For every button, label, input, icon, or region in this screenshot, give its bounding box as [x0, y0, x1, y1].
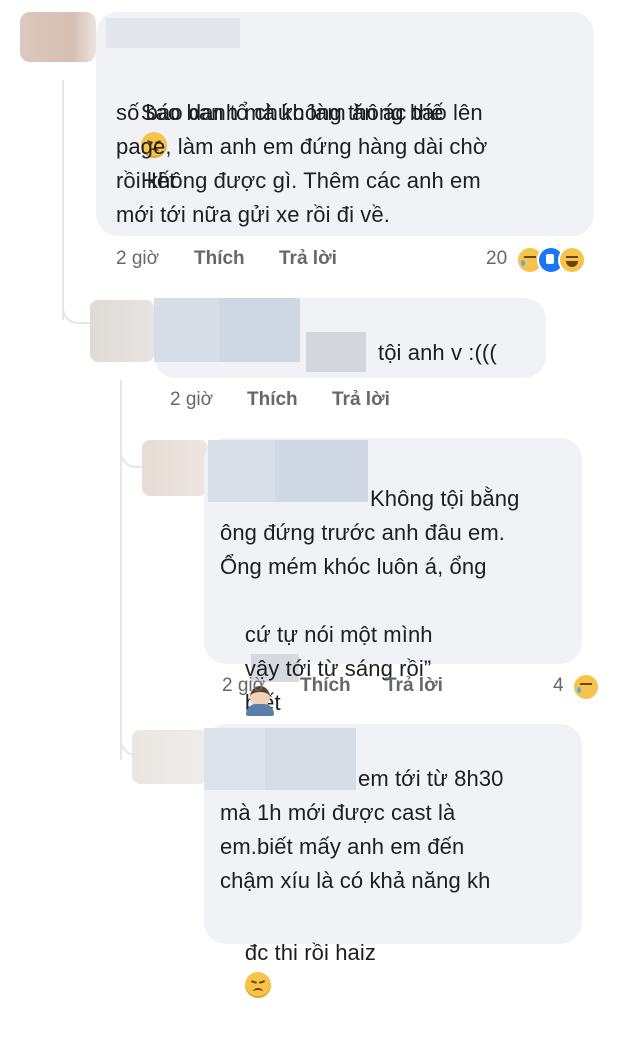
comment-text-line: Ổng mém khóc luôn á, ổng	[220, 554, 487, 579]
avatar[interactable]	[142, 440, 208, 496]
reply-button[interactable]: Trả lời	[332, 389, 390, 411]
reaction-count[interactable]: 4	[553, 675, 564, 697]
comment-bubble: Sao ban tổ chức làm ăn ác thế Hết số báo…	[96, 12, 594, 236]
like-button[interactable]: Thích	[300, 675, 351, 697]
thread-elbow-2	[120, 440, 144, 468]
comment-text-line: em tới từ 8h30	[358, 766, 504, 791]
like-button[interactable]: Thích	[247, 389, 298, 411]
timestamp[interactable]: 2 giờ	[222, 675, 265, 697]
name-redacted	[306, 332, 366, 372]
comment-text-line: tội anh v :(((	[378, 340, 497, 365]
sad-emoji-icon	[244, 972, 271, 998]
author-name-redacted[interactable]	[154, 298, 300, 362]
avatar[interactable]	[132, 730, 208, 784]
comment-text-line: đc thi rồi haiz	[244, 940, 376, 965]
reply-button[interactable]: Trả lời	[279, 248, 337, 270]
like-button[interactable]: Thích	[194, 248, 245, 270]
comment-text-line: mà 1h mới được cast là	[220, 800, 456, 825]
comment-text-line: ông đứng trước anh đâu em.	[220, 520, 505, 545]
comment-bubble: em tới từ 8h30 mà 1h mới được cast là em…	[204, 724, 582, 998]
reaction-count[interactable]: 20	[486, 248, 507, 270]
avatar[interactable]	[20, 12, 96, 62]
comment-text-line: chậm xíu là có khả năng kh	[220, 868, 491, 893]
thread-line-main	[62, 80, 64, 320]
comment-text-line: Không tội bằng	[370, 486, 520, 511]
reply-button[interactable]: Trả lời	[385, 675, 443, 697]
comment-text-line: rồi không được gì. Thêm các anh em	[116, 168, 481, 193]
haha-reaction-icon[interactable]	[558, 246, 586, 274]
sad-reaction-icon[interactable]	[572, 673, 600, 701]
thread-elbow-1	[62, 290, 92, 324]
comment-bubble: Không tội bằng ông đứng trước anh đâu em…	[204, 438, 582, 716]
author-name-redacted[interactable]	[204, 728, 356, 790]
avatar[interactable]	[90, 300, 154, 362]
author-name-redacted[interactable]	[208, 440, 368, 502]
timestamp[interactable]: 2 giờ	[116, 248, 159, 270]
comment-text-line: em.biết mấy anh em đến	[220, 834, 465, 859]
comment-text-line: page, làm anh em đứng hàng dài chờ	[116, 134, 488, 159]
thread-line-reply	[120, 380, 122, 760]
comment-bubble: tội anh v :(((	[154, 298, 546, 378]
comment-text-line: mới tới nữa gửi xe rồi đi về.	[116, 202, 390, 227]
comment-text-line: số báo danh mà không thông báo lên	[116, 100, 483, 125]
author-name-redacted[interactable]	[106, 18, 240, 48]
timestamp[interactable]: 2 giờ	[170, 389, 213, 411]
